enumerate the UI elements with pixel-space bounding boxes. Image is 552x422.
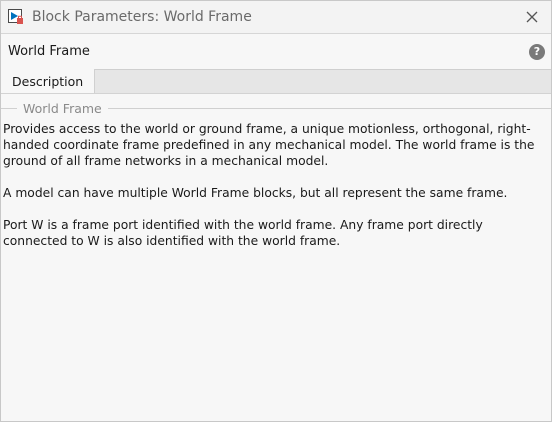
window-title: Block Parameters: World Frame bbox=[32, 9, 252, 25]
tab-description[interactable]: Description bbox=[1, 69, 96, 93]
block-parameters-window: Block Parameters: World Frame World Fram… bbox=[0, 0, 552, 422]
description-panel: Provides access to the world or ground f… bbox=[1, 114, 551, 249]
description-paragraph: A model can have multiple World Frame bl… bbox=[3, 186, 508, 200]
description-paragraph: Port W is a frame port identified with t… bbox=[3, 218, 483, 248]
group-box: World Frame bbox=[1, 102, 551, 115]
help-icon[interactable]: ? bbox=[529, 43, 545, 60]
close-button[interactable] bbox=[517, 2, 547, 32]
block-name: World Frame bbox=[8, 44, 90, 59]
tab-strip: Description bbox=[1, 69, 551, 94]
group-title: World Frame bbox=[17, 102, 108, 115]
title-bar[interactable]: Block Parameters: World Frame bbox=[1, 1, 551, 34]
simulink-block-icon bbox=[7, 8, 25, 26]
description-paragraph: Provides access to the world or ground f… bbox=[3, 122, 535, 168]
close-icon bbox=[526, 11, 538, 23]
block-header: World Frame ? bbox=[1, 34, 551, 70]
